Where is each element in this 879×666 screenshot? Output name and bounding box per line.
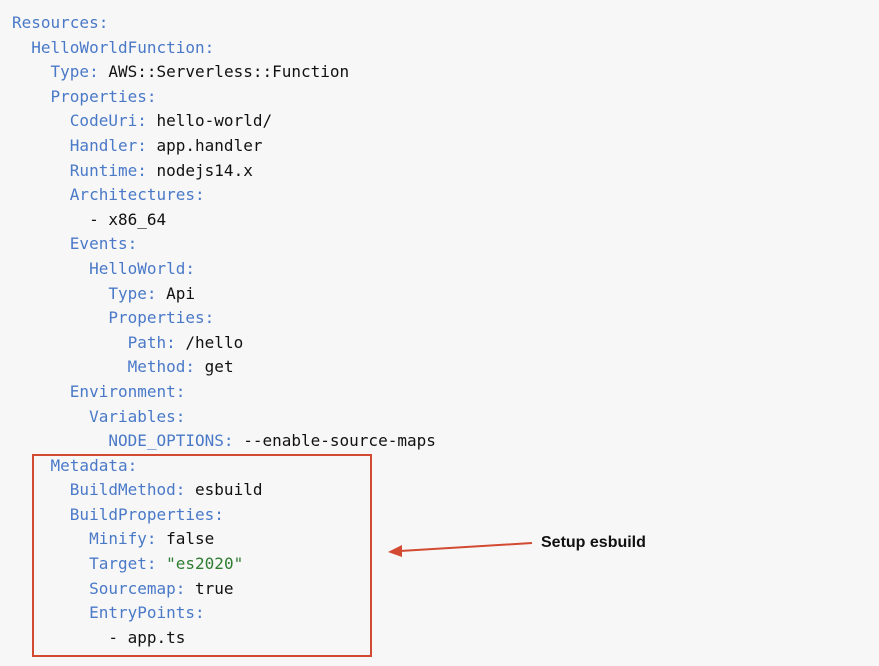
arrow-line	[399, 542, 533, 552]
annotation-arrow	[388, 542, 533, 557]
arrow-head	[388, 545, 402, 557]
annotation-label: Setup esbuild	[541, 534, 646, 551]
